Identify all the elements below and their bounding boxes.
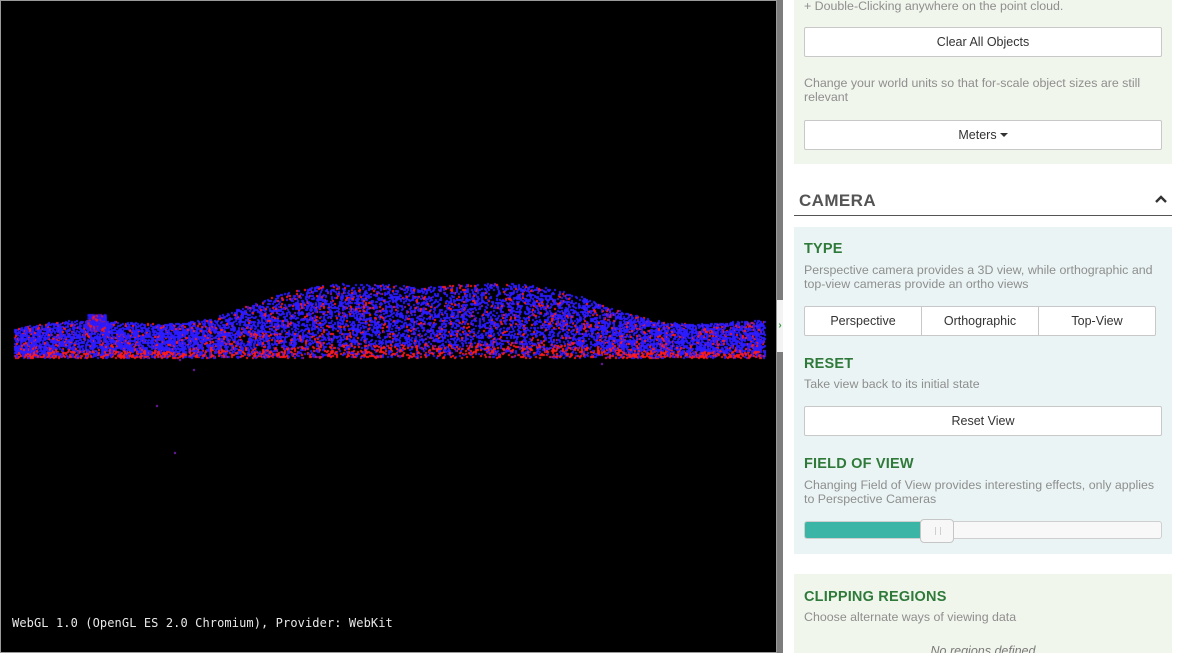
reset-hint: Take view back to its initial state xyxy=(804,377,980,391)
chevron-up-icon[interactable] xyxy=(1154,192,1168,206)
no-regions-note: No regions defined xyxy=(930,644,1036,653)
fov-slider[interactable] xyxy=(804,519,1162,543)
type-heading: TYPE xyxy=(804,241,843,257)
fov-hint: Changing Field of View provides interest… xyxy=(804,478,1155,506)
fov-heading: FIELD OF VIEW xyxy=(804,456,914,472)
units-hint: Change your world units so that for-scal… xyxy=(804,76,1141,104)
units-dropdown-label: Meters xyxy=(958,128,997,142)
camera-section-header[interactable]: CAMERA xyxy=(794,184,1172,216)
point-cloud-canvas[interactable] xyxy=(1,1,776,652)
fov-slider-fill xyxy=(805,522,937,538)
caret-down-icon xyxy=(999,133,1008,137)
camera-panel: TYPE Perspective camera provides a 3D vi… xyxy=(794,227,1172,554)
clear-all-objects-button[interactable]: Clear All Objects xyxy=(804,27,1162,57)
reset-view-button[interactable]: Reset View xyxy=(804,406,1162,436)
clipping-heading: CLIPPING REGIONS xyxy=(804,589,947,605)
fov-slider-thumb[interactable] xyxy=(919,519,954,543)
clipping-panel: CLIPPING REGIONS Choose alternate ways o… xyxy=(794,574,1172,653)
orthographic-option[interactable]: Orthographic xyxy=(922,307,1039,335)
double-click-hint: + Double-Clicking anywhere on the point … xyxy=(804,0,1064,13)
top-view-option[interactable]: Top-View xyxy=(1039,307,1155,335)
sidebar: + Double-Clicking anywhere on the point … xyxy=(783,0,1183,653)
reset-heading: RESET xyxy=(804,356,854,372)
clipping-hint: Choose alternate ways of viewing data xyxy=(804,610,1017,624)
perspective-option[interactable]: Perspective xyxy=(805,307,922,335)
renderer-info: WebGL 1.0 (OpenGL ES 2.0 Chromium), Prov… xyxy=(12,616,393,630)
camera-section-title: CAMERA xyxy=(799,191,877,210)
camera-type-selector: Perspective Orthographic Top-View xyxy=(804,306,1156,336)
measurement-panel: + Double-Clicking anywhere on the point … xyxy=(794,0,1172,164)
units-dropdown[interactable]: Meters xyxy=(804,120,1162,150)
point-cloud-viewport[interactable]: WebGL 1.0 (OpenGL ES 2.0 Chromium), Prov… xyxy=(0,0,777,653)
type-hint: Perspective camera provides a 3D view, w… xyxy=(804,263,1153,291)
